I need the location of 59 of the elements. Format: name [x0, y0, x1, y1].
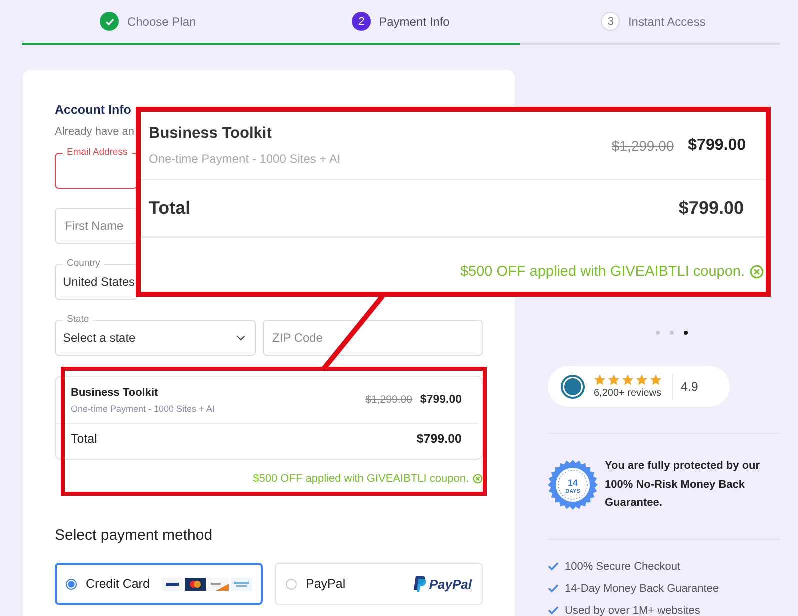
check-icon	[548, 584, 559, 593]
total-label: Total	[71, 432, 98, 446]
select-field[interactable]: Country United States	[55, 257, 138, 300]
total-amount: $799.00	[416, 432, 462, 446]
guarantee-text: You are fully protected by our 100% No-Risk Money Back Guarantee.	[605, 459, 762, 511]
step-number: 2	[352, 12, 372, 31]
input-field[interactable]: ZIP Code	[262, 320, 483, 356]
remove-coupon-icon[interactable]	[473, 474, 483, 484]
step-label: Payment Info	[379, 14, 450, 28]
card-icon	[208, 578, 229, 590]
product-name: Business Toolkit	[71, 386, 160, 398]
check-icon	[548, 606, 559, 615]
product-description: One-time Payment - 1000 Sites + AI	[71, 404, 216, 414]
feature-text: Used by over 1M+ websites	[565, 604, 700, 616]
card-icon	[162, 578, 183, 590]
price: $799.00	[420, 394, 462, 406]
star-icon	[650, 374, 662, 386]
carousel-dot[interactable]	[684, 331, 688, 335]
step-number: 3	[601, 12, 620, 31]
card-icon	[231, 578, 252, 590]
review-count: 6,200+ reviews	[594, 388, 662, 399]
original-price: $1,299.00	[366, 394, 412, 406]
paypal-mark-icon	[414, 576, 428, 592]
product-name: Business Toolkit	[149, 125, 273, 143]
login-prompt: Already have an	[55, 126, 134, 138]
card-icon	[185, 578, 206, 590]
logo-icon	[560, 374, 586, 400]
section-heading: Account Info	[55, 103, 132, 117]
star-icon	[594, 374, 606, 386]
badge-number: 14	[568, 478, 578, 488]
price: $799.00	[688, 136, 746, 154]
carousel-dot[interactable]	[670, 331, 674, 335]
option-label: PayPal	[306, 577, 347, 591]
star-icon	[622, 374, 634, 386]
rating-score: 4.9	[681, 380, 698, 394]
step-label: Instant Access	[628, 14, 706, 28]
payment-option[interactable]: PayPal PayPal	[275, 563, 483, 605]
option-label: Credit Card	[86, 577, 151, 591]
radio-button[interactable]	[286, 578, 297, 590]
feature-text: 14-Day Money Back Guarantee	[565, 582, 720, 594]
star-icon	[608, 374, 620, 386]
feature-text: 100% Secure Checkout	[565, 560, 681, 572]
paypal-logo-text: PayPal	[429, 576, 472, 592]
carousel-dot[interactable]	[656, 331, 660, 335]
select-field[interactable]: State Select a state	[55, 313, 256, 356]
payment-option[interactable]: Credit Card	[55, 563, 263, 605]
product-description: One-time Payment - 1000 Sites + AI	[149, 152, 342, 166]
star-icon	[636, 374, 648, 386]
total-label: Total	[149, 198, 191, 218]
radio-button[interactable]	[66, 578, 77, 590]
coupon-message: $500 OFF applied with GIVEAIBTLI coupon.	[460, 264, 745, 280]
check-icon	[548, 562, 559, 571]
step-label: Choose Plan	[127, 14, 196, 28]
remove-coupon-icon	[750, 265, 764, 279]
total-amount: $799.00	[678, 198, 744, 218]
section-heading: Select payment method	[55, 527, 214, 544]
original-price: $1,299.00	[612, 138, 674, 154]
input-field[interactable]: First Name	[55, 208, 138, 244]
coupon-message: $500 OFF applied with GIVEAIBTLI coupon.	[253, 473, 469, 485]
